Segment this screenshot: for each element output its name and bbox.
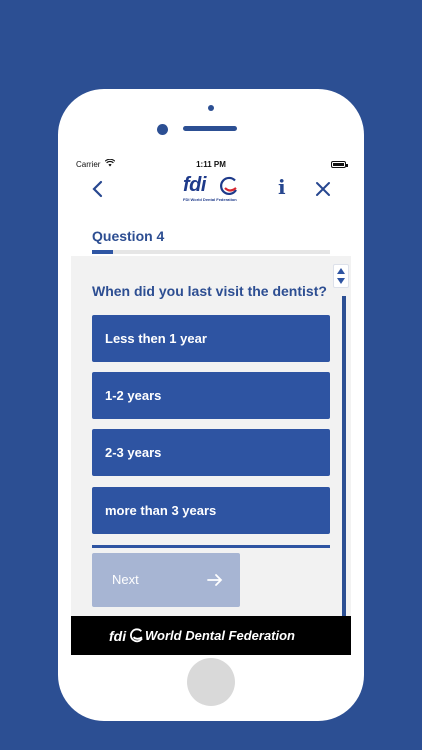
scrollbar[interactable] xyxy=(342,296,346,616)
close-icon xyxy=(316,182,330,196)
option-button-partial[interactable] xyxy=(92,545,330,548)
arrow-right-icon xyxy=(207,574,223,586)
option-button[interactable]: 2-3 years xyxy=(92,429,330,476)
progress-fill xyxy=(92,250,114,254)
logo-text: fdi xyxy=(183,174,206,196)
logo-ring-icon xyxy=(220,176,237,195)
next-label: Next xyxy=(112,572,139,587)
question-title: Question 4 xyxy=(92,228,165,244)
phone-speaker xyxy=(183,126,237,131)
footer-org-name: World Dental Federation xyxy=(145,628,295,643)
chevron-left-icon xyxy=(92,180,103,198)
option-button[interactable]: Less then 1 year xyxy=(92,315,330,362)
footer-banner: fdi World Dental Federation xyxy=(71,616,351,655)
scroll-arrows[interactable] xyxy=(333,264,349,288)
clock: 1:11 PM xyxy=(196,160,226,169)
phone-sensor xyxy=(208,105,214,111)
footer-logo-ring-icon xyxy=(130,628,143,643)
close-button[interactable] xyxy=(313,178,333,200)
nav-bar: fdi FDI World Dental Federation i xyxy=(71,172,351,206)
arrow-down-icon[interactable] xyxy=(337,278,345,284)
phone-camera xyxy=(157,124,168,135)
option-button[interactable]: more than 3 years xyxy=(92,487,330,534)
next-button[interactable]: Next xyxy=(92,553,240,607)
logo-subtitle: FDI World Dental Federation xyxy=(183,197,237,202)
progress-bar xyxy=(92,250,330,254)
option-button[interactable]: 1-2 years xyxy=(92,372,330,419)
arrow-up-icon[interactable] xyxy=(337,268,345,274)
back-button[interactable] xyxy=(89,178,109,200)
battery-icon xyxy=(331,161,348,168)
footer-logo-text: fdi xyxy=(109,628,127,644)
status-bar: Carrier 1:11 PM xyxy=(71,158,351,172)
question-panel: When did you last visit the dentist? Les… xyxy=(71,256,351,616)
question-text: When did you last visit the dentist? xyxy=(92,283,327,299)
app-screen: Carrier 1:11 PM fdi FDI World Dental Fed… xyxy=(71,154,351,655)
home-button[interactable] xyxy=(187,658,235,706)
fdi-logo: fdi FDI World Dental Federation xyxy=(183,174,241,204)
info-button[interactable]: i xyxy=(278,175,286,199)
